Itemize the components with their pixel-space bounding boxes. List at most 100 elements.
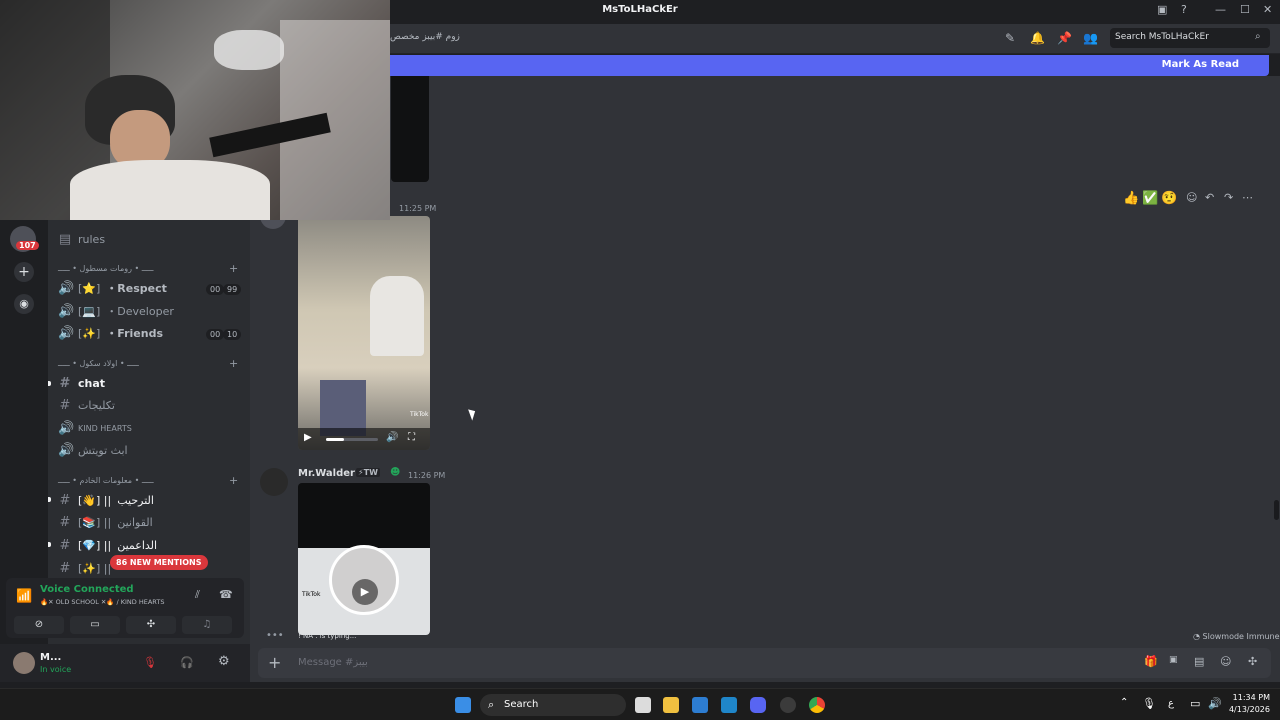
- voice-panel: 📶 Voice Connected 🔥✕ OLD SCHOOL ✕🔥 / KIN…: [6, 578, 244, 638]
- discord-icon[interactable]: [750, 697, 766, 713]
- store-icon[interactable]: [692, 697, 708, 713]
- hash-icon: #: [59, 514, 71, 530]
- speaker-icon: 🔊: [58, 280, 75, 296]
- user-panel: M... In voice 🎙 🎧 ⚙: [0, 644, 250, 682]
- channel-item[interactable]: # تكليجات: [58, 395, 115, 415]
- disconnect-icon[interactable]: ☎: [219, 588, 233, 601]
- noise-suppression-icon[interactable]: ⫽: [195, 588, 200, 602]
- fullscreen-icon[interactable]: ⛶: [408, 432, 415, 443]
- network-icon[interactable]: ▭: [1190, 697, 1200, 710]
- explore-icon[interactable]: ◉: [14, 294, 34, 314]
- speaker-icon: 🔊: [58, 303, 75, 319]
- pin-icon[interactable]: 📌: [1057, 31, 1072, 45]
- volume-icon[interactable]: 🔊: [386, 432, 398, 443]
- new-mentions-pill[interactable]: 86 NEW MENTIONS: [110, 555, 208, 570]
- thumbs-up-icon[interactable]: 👍: [1123, 191, 1139, 206]
- app-icon-2[interactable]: [780, 697, 796, 713]
- clock-date[interactable]: 4/13/2026: [1228, 705, 1270, 714]
- user-name: M...: [40, 652, 62, 663]
- avatar[interactable]: [13, 652, 35, 674]
- message-author[interactable]: Mr.Walder: [298, 468, 355, 479]
- add-channel-icon[interactable]: +: [229, 474, 238, 487]
- scrollbar-thumb[interactable]: [1274, 500, 1279, 520]
- mute-icon[interactable]: 🎙: [143, 656, 157, 669]
- maximize-button[interactable]: ☐: [1240, 3, 1250, 16]
- mark-as-read-button[interactable]: Mark As Read: [1162, 59, 1239, 70]
- avatar[interactable]: [260, 468, 288, 496]
- channel-item[interactable]: # [✨] ||: [58, 558, 112, 578]
- volume-icon[interactable]: 🔊: [1208, 697, 1222, 710]
- screen-share-button[interactable]: ▭: [70, 616, 120, 634]
- forward-icon[interactable]: ↷: [1224, 191, 1233, 204]
- language-indicator[interactable]: ع: [1168, 698, 1174, 709]
- gift-icon[interactable]: 🎁: [1144, 655, 1158, 668]
- more-icon[interactable]: ⋯: [1242, 191, 1253, 204]
- inbox-icon[interactable]: ▣: [1157, 3, 1167, 16]
- minimize-button[interactable]: —: [1215, 3, 1226, 16]
- channel-item[interactable]: 🔊 ابث تويتش: [58, 440, 128, 460]
- play-icon[interactable]: ▶: [304, 432, 312, 443]
- check-icon[interactable]: ✅: [1142, 191, 1158, 206]
- threads-icon[interactable]: ✎: [1005, 31, 1015, 45]
- search-input[interactable]: Search MsToLHaCkEr ⌕: [1110, 28, 1270, 48]
- voice-channel-developer[interactable]: 🔊 [💻] ・Developer: [58, 301, 174, 321]
- play-icon[interactable]: ▶: [352, 579, 378, 605]
- app-icon[interactable]: [721, 697, 737, 713]
- webcam-overlay: [0, 0, 390, 220]
- help-icon[interactable]: ?: [1181, 3, 1187, 16]
- message-input[interactable]: + Message #بيبز 🎁 ▣ ▤ ☺ ✣: [258, 648, 1271, 678]
- channel-rules[interactable]: ▤ rules: [58, 229, 105, 249]
- upload-icon[interactable]: +: [268, 653, 281, 672]
- face-icon[interactable]: 🤨: [1161, 191, 1177, 206]
- activities-button[interactable]: ✣: [126, 616, 176, 634]
- channel-rules-ar[interactable]: # [📚] || القوانين: [58, 512, 153, 532]
- microphone-icon[interactable]: 🎙: [1142, 697, 1156, 710]
- channel-label: ・Developer: [106, 305, 174, 318]
- gif-icon[interactable]: ▣: [1169, 655, 1178, 665]
- emoji-icon[interactable]: ☺: [1220, 655, 1231, 668]
- typing-indicator: ! NA . is typing...: [298, 632, 357, 640]
- add-channel-icon[interactable]: +: [229, 262, 238, 275]
- video-embed[interactable]: ▶ TikTok: [298, 483, 430, 635]
- category-header[interactable]: ـــــ • اولاد سكول • ـــــ: [58, 359, 139, 368]
- channel-welcome[interactable]: # [👋] || الترحيب: [58, 490, 154, 510]
- settings-icon[interactable]: ⚙: [218, 654, 230, 669]
- close-button[interactable]: ✕: [1263, 3, 1272, 16]
- add-reaction-icon[interactable]: ☺: [1186, 191, 1197, 204]
- message-timestamp: 11:25 PM: [399, 204, 437, 213]
- progress-bar[interactable]: [326, 438, 378, 441]
- voice-channel-kind-hearts[interactable]: 🔊 KIND HEARTS: [58, 418, 132, 438]
- hash-icon: #: [59, 560, 71, 576]
- task-view-icon[interactable]: [635, 697, 651, 713]
- channel-supporters[interactable]: # [💎] || الداعمين: [58, 535, 158, 555]
- add-server-icon[interactable]: +: [14, 262, 34, 282]
- category-header[interactable]: ـــــ • معلومات الخادم • ـــــ: [58, 476, 154, 485]
- category-header[interactable]: ـــــ • رومات مسطول • ـــــ: [58, 264, 154, 273]
- apps-icon[interactable]: ✣: [1248, 655, 1257, 668]
- voice-channel-respect[interactable]: 🔊 [⭐] ・Respect: [58, 278, 167, 298]
- add-channel-icon[interactable]: +: [229, 357, 238, 370]
- voice-channel-name[interactable]: 🔥✕ OLD SCHOOL ✕🔥 / KIND HEARTS: [40, 598, 164, 606]
- file-explorer-icon[interactable]: [663, 697, 679, 713]
- soundboard-button[interactable]: ♫: [182, 616, 232, 634]
- camera-button[interactable]: ⊘: [14, 616, 64, 634]
- taskbar-search-label: Search: [504, 699, 539, 710]
- chevron-up-icon[interactable]: ⌃: [1120, 697, 1128, 708]
- sticker-icon[interactable]: ▤: [1194, 655, 1204, 668]
- unread-indicator: [48, 381, 51, 386]
- camera-shirt: [70, 160, 270, 220]
- start-icon[interactable]: [455, 697, 471, 713]
- video-embed[interactable]: ▶ 🔊 ⛶ TikTok: [298, 216, 430, 450]
- members-icon[interactable]: 👥: [1083, 31, 1098, 45]
- embedded-image[interactable]: [391, 76, 429, 182]
- reply-icon[interactable]: ↶: [1205, 191, 1214, 204]
- clock-time[interactable]: 11:34 PM: [1230, 693, 1270, 702]
- unread-banner[interactable]: Mark As Read: [250, 55, 1269, 76]
- chrome-icon[interactable]: [809, 697, 825, 713]
- deafen-icon[interactable]: 🎧: [180, 656, 194, 669]
- taskbar-search[interactable]: ⌕ Search: [480, 694, 626, 716]
- video-thumbnail: [370, 276, 424, 356]
- channel-chat[interactable]: # chat: [58, 373, 106, 393]
- bell-icon[interactable]: 🔔: [1030, 31, 1045, 45]
- voice-channel-friends[interactable]: 🔊 [✨] ・Friends: [58, 323, 163, 343]
